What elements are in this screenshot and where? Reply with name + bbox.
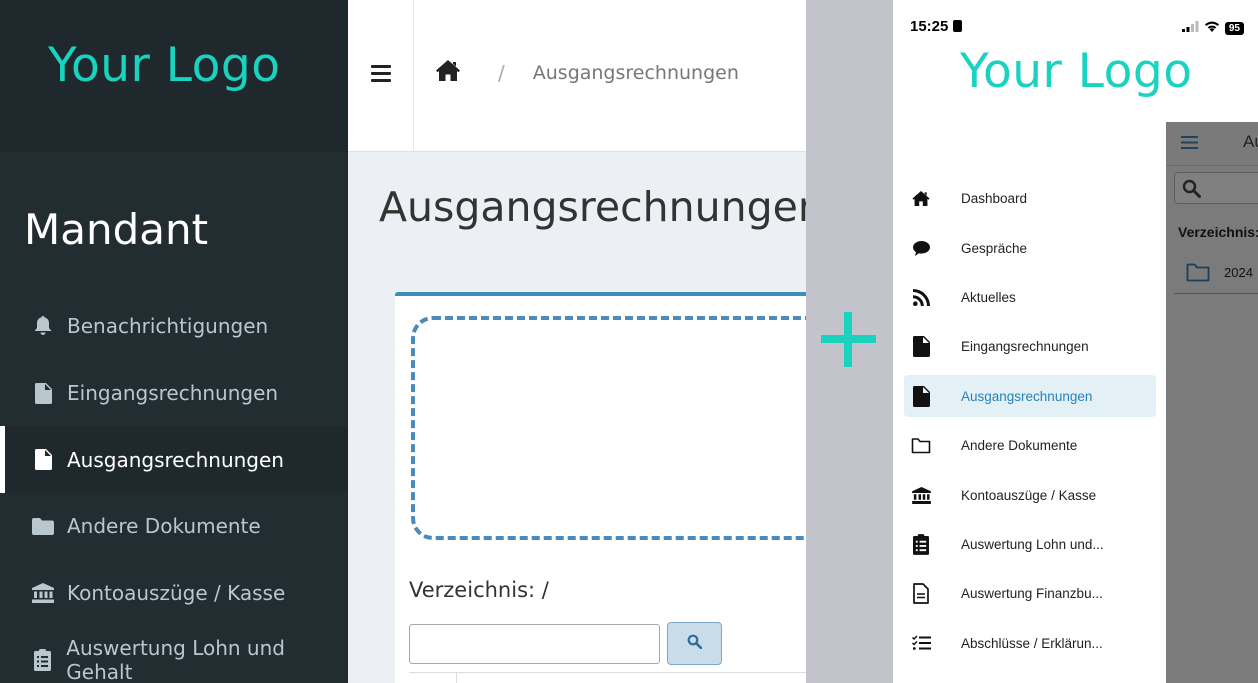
drawer-item-andere-dokumente[interactable]: Andere Dokumente xyxy=(904,421,1156,470)
chat-bubble-icon xyxy=(911,238,931,258)
background-directory-label: Verzeichnis: xyxy=(1178,224,1258,240)
drawer-item-gespraeche[interactable]: Gespräche xyxy=(904,223,1156,272)
drawer-item-label: Andere Dokumente xyxy=(961,438,1078,454)
drawer-item-label: Gespräche xyxy=(961,240,1028,256)
background-list-item: 2024 xyxy=(1174,254,1258,294)
tenant-name: Mandant xyxy=(24,205,209,254)
file-text-icon xyxy=(911,385,931,407)
signal-icon xyxy=(1181,19,1199,37)
drawer-item-label: Eingangsrechnungen xyxy=(961,339,1089,355)
menu-toggle-button[interactable] xyxy=(348,0,414,152)
content-box: Verzeichnis: / xyxy=(395,292,806,683)
search-icon xyxy=(687,634,703,654)
drawer-item-label: Abschlüsse / Erklärun... xyxy=(961,635,1103,651)
drawer-item-ausgangsrechnungen[interactable]: Ausgangsrechnungen xyxy=(904,375,1156,418)
bell-icon xyxy=(32,315,54,337)
recording-icon xyxy=(953,20,962,32)
drawer-item-label: Kontoauszüge / Kasse xyxy=(961,487,1097,503)
bank-icon xyxy=(32,582,54,604)
drawer-item-auswertung-lohn[interactable]: Auswertung Lohn und... xyxy=(904,520,1156,569)
search-icon xyxy=(1182,179,1201,203)
sidebar-item-label: Eingangsrechnungen xyxy=(67,381,279,406)
drawer-nav: Dashboard Gespräche Aktuelles Eingangsre… xyxy=(904,174,1156,668)
folder-outline-icon xyxy=(1186,263,1210,287)
top-navbar: / Ausgangsrechnungen xyxy=(348,0,806,152)
sidebar-item-label: Auswertung Lohn und Gehalt xyxy=(66,635,285,683)
sidebar-item-andere-dokumente[interactable]: Andere Dokumente xyxy=(0,493,348,560)
breadcrumb: / Ausgangsrechnungen xyxy=(436,60,739,86)
sidebar-item-benachrichtigungen[interactable]: Benachrichtigungen xyxy=(0,293,348,360)
hamburger-icon xyxy=(1181,136,1198,154)
hamburger-icon xyxy=(370,65,391,87)
sidebar-item-label: Andere Dokumente xyxy=(67,514,261,539)
desktop-app: Your Logo Mandant Benachrichtigungen Ein… xyxy=(0,0,806,683)
home-icon[interactable] xyxy=(436,60,460,86)
drawer-item-kontoauszuege[interactable]: Kontoauszüge / Kasse xyxy=(904,470,1156,519)
drawer-item-eingangsrechnungen[interactable]: Eingangsrechnungen xyxy=(904,322,1156,371)
plus-icon xyxy=(821,312,876,367)
sidebar-item-auswertung-lohn[interactable]: Auswertung Lohn und Gehalt xyxy=(0,626,348,683)
breadcrumb-separator: / xyxy=(498,61,505,85)
background-navbar: Au xyxy=(1166,122,1258,166)
drawer-item-auswertung-finanz[interactable]: Auswertung Finanzbu... xyxy=(904,569,1156,618)
drawer-item-label: Dashboard xyxy=(961,191,1028,207)
bank-icon xyxy=(911,485,931,505)
drawer-item-dashboard[interactable]: Dashboard xyxy=(904,174,1156,223)
sidebar-item-kontoauszuege[interactable]: Kontoauszüge / Kasse xyxy=(0,560,348,627)
logo-area: Your Logo xyxy=(0,0,348,152)
home-icon xyxy=(911,189,931,209)
page-title: Ausgangsrechnungen xyxy=(379,183,806,231)
sidebar-nav: Benachrichtigungen Eingangsrechnungen Au… xyxy=(0,293,348,683)
background-list-item-label: 2024 xyxy=(1224,265,1253,280)
background-page-overlay[interactable]: Au Verzeichnis: 2024 xyxy=(1166,122,1258,683)
sidebar-item-eingangsrechnungen[interactable]: Eingangsrechnungen xyxy=(0,360,348,427)
status-indicators: 95 xyxy=(1181,19,1244,37)
background-search-input xyxy=(1174,172,1258,204)
search-button[interactable] xyxy=(667,622,722,665)
logo[interactable]: Your Logo xyxy=(48,38,280,93)
background-title: Au xyxy=(1243,132,1258,151)
logo[interactable]: Your Logo xyxy=(960,44,1192,99)
drawer-item-abschluesse[interactable]: Abschlüsse / Erklärun... xyxy=(904,619,1156,668)
rss-icon xyxy=(911,287,931,307)
file-outline-icon xyxy=(911,583,931,605)
wifi-icon xyxy=(1204,19,1220,37)
sidebar-item-label: Kontoauszüge / Kasse xyxy=(67,581,286,606)
battery-indicator: 95 xyxy=(1224,21,1244,35)
drawer-item-label: Auswertung Lohn und... xyxy=(961,536,1104,552)
breadcrumb-current: Ausgangsrechnungen xyxy=(532,62,739,84)
drawer-item-label: Ausgangsrechnungen xyxy=(961,388,1093,404)
status-time: 15:25 xyxy=(910,18,949,35)
sidebar-item-ausgangsrechnungen[interactable]: Ausgangsrechnungen xyxy=(0,426,348,494)
file-text-icon xyxy=(32,449,54,471)
sidebar-item-label: Benachrichtigungen xyxy=(67,314,269,339)
directory-label: Verzeichnis: / xyxy=(409,578,549,602)
search-input[interactable] xyxy=(409,624,660,664)
folder-icon xyxy=(32,515,54,537)
checklist-icon xyxy=(911,633,931,653)
composite-screenshot: Your Logo Mandant Benachrichtigungen Ein… xyxy=(0,0,1258,683)
file-text-icon xyxy=(911,336,931,358)
sidebar-item-label: Ausgangsrechnungen xyxy=(67,447,284,472)
drawer-item-label: Auswertung Finanzbu... xyxy=(961,586,1103,602)
folder-outline-icon xyxy=(911,436,931,456)
file-text-icon xyxy=(32,382,54,404)
clipboard-list-icon xyxy=(32,648,53,671)
drawer-item-aktuelles[interactable]: Aktuelles xyxy=(904,273,1156,322)
desktop-sidebar: Your Logo Mandant Benachrichtigungen Ein… xyxy=(0,0,348,683)
status-bar: 15:25 95 xyxy=(893,0,1258,50)
upload-dropzone[interactable] xyxy=(411,316,806,540)
clipboard-list-icon xyxy=(911,534,931,555)
drawer-item-label: Aktuelles xyxy=(961,289,1016,305)
mobile-app: 15:25 95 Your Logo Dashboard Gespräche A… xyxy=(893,0,1258,683)
file-table xyxy=(409,672,806,683)
